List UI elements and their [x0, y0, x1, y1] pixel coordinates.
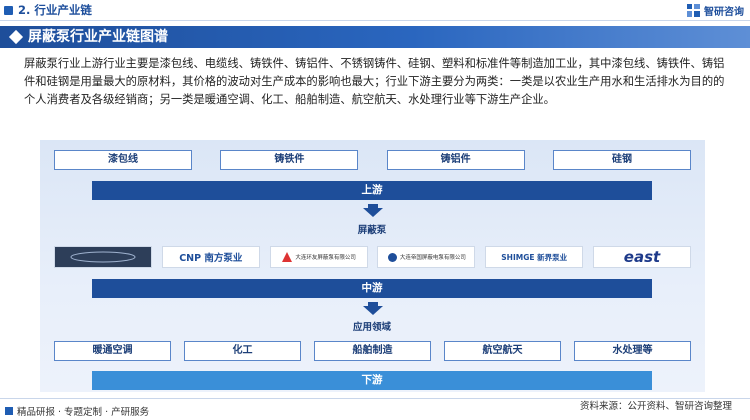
down-arrow-icon [363, 208, 383, 217]
downstream-band: 下游 [92, 371, 652, 390]
downstream-item: 暖通空调 [54, 341, 171, 361]
footer-tagline-text: 精品研报 · 专题定制 · 产研服务 [17, 407, 150, 418]
cnp-logo-text: CNP 南方泵业 [179, 253, 243, 264]
company-logo: SHIMGE 新界泵业 [485, 246, 584, 268]
footer-tagline: 精品研报 · 专题定制 · 产研服务 [5, 404, 149, 418]
industry-chain-diagram: 漆包线 铸铁件 铸铝件 硅钢 上游 屏蔽泵 CNP 南方泵业 大连环友屏蔽泵有限… [40, 140, 705, 392]
midstream-band: 中游 [92, 279, 652, 298]
midstream-logos: CNP 南方泵业 大连环友屏蔽泵有限公司 大连帝国屏蔽电泵有限公司 SHIMGE… [54, 246, 691, 268]
upstream-item: 铸铝件 [386, 150, 525, 170]
footer-square-icon [5, 407, 13, 415]
diguo-logo-text: 大连帝国屏蔽电泵有限公司 [399, 255, 466, 261]
midstream-label: 屏蔽泵 [357, 225, 387, 236]
upstream-item: 漆包线 [54, 150, 192, 170]
downstream-item: 航空航天 [444, 341, 561, 361]
company-logo: east [592, 246, 691, 268]
brand-logo-icon [687, 4, 700, 17]
downstream-row: 暖通空调 化工 船舶制造 航空航天 水处理等 [54, 341, 691, 361]
downstream-item: 化工 [184, 341, 301, 361]
shimge-logo-text: SHIMGE 新界泵业 [501, 252, 568, 262]
diamond-icon [8, 29, 24, 45]
company-logo: CNP 南方泵业 [161, 246, 260, 268]
section-header: 2. 行业产业链 [4, 2, 92, 18]
section-label: 2. 行业产业链 [18, 3, 92, 17]
upstream-item: 硅钢 [552, 150, 691, 170]
company-logo: 大连帝国屏蔽电泵有限公司 [377, 246, 476, 268]
diguo-logo-icon [387, 252, 397, 262]
section-square-icon [4, 5, 13, 15]
company-logo [54, 246, 152, 268]
page: 2. 行业产业链 智研咨询 屏蔽泵行业产业链图谱 屏蔽泵行业上游行业主要是漆包线… [0, 0, 750, 420]
huanyou-logo-text: 大连环友屏蔽泵有限公司 [295, 255, 356, 261]
downstream-label: 应用领域 [352, 322, 391, 333]
huanyou-logo-icon [282, 252, 293, 262]
brand: 智研咨询 [687, 3, 744, 18]
source-note: 资料来源：公开资料、智研咨询整理 [579, 401, 732, 412]
header-divider [0, 20, 750, 21]
brand-name: 智研咨询 [704, 7, 744, 18]
downstream-item: 船舶制造 [314, 341, 431, 361]
intro-paragraph: 屏蔽泵行业上游行业主要是漆包线、电缆线、铸铁件、铸铝件、不锈钢铸件、硅钢、塑料和… [24, 57, 725, 106]
upstream-band: 上游 [92, 181, 652, 200]
title-bar: 屏蔽泵行业产业链图谱 [0, 26, 750, 48]
dark-logo-icon [70, 251, 136, 263]
company-logo: 大连环友屏蔽泵有限公司 [269, 246, 368, 268]
east-logo-text: east [623, 248, 661, 266]
upstream-item: 铸铁件 [220, 150, 359, 170]
down-arrow-icon [363, 306, 383, 315]
page-title: 屏蔽泵行业产业链图谱 [28, 29, 168, 45]
upstream-row: 漆包线 铸铁件 铸铝件 硅钢 [54, 150, 691, 170]
downstream-item: 水处理等 [574, 341, 691, 361]
